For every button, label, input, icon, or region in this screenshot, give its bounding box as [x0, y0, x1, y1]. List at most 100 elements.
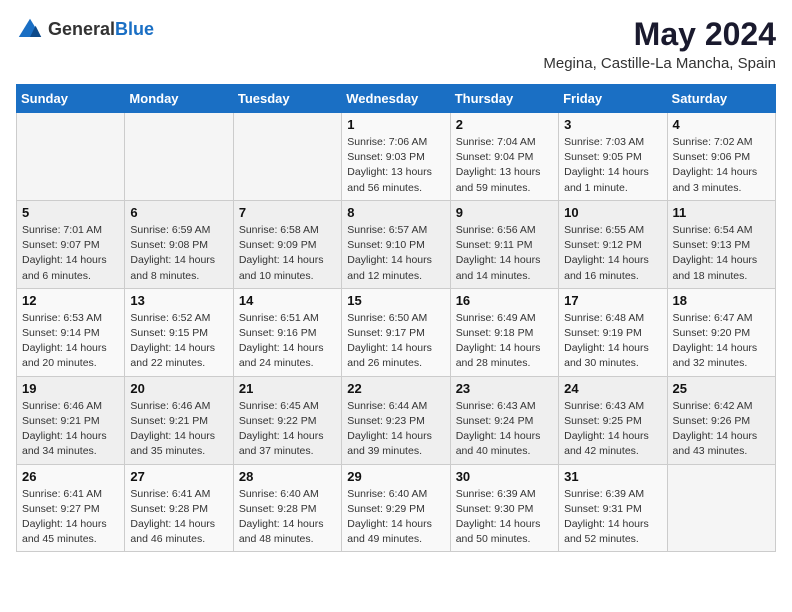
- day-info: Sunrise: 6:41 AMSunset: 9:27 PMDaylight:…: [22, 487, 119, 548]
- calendar-cell: [17, 113, 125, 201]
- day-number: 22: [347, 381, 444, 396]
- day-number: 28: [239, 469, 336, 484]
- calendar-cell: 14 Sunrise: 6:51 AMSunset: 9:16 PMDayligh…: [233, 288, 341, 376]
- day-info: Sunrise: 6:43 AMSunset: 9:24 PMDaylight:…: [456, 399, 553, 460]
- day-info: Sunrise: 6:49 AMSunset: 9:18 PMDaylight:…: [456, 311, 553, 372]
- calendar-cell: 15 Sunrise: 6:50 AMSunset: 9:17 PMDayligh…: [342, 288, 450, 376]
- calendar-cell: 28 Sunrise: 6:40 AMSunset: 9:28 PMDayligh…: [233, 464, 341, 552]
- calendar-week-row: 5 Sunrise: 7:01 AMSunset: 9:07 PMDaylight…: [17, 200, 776, 288]
- day-info: Sunrise: 7:06 AMSunset: 9:03 PMDaylight:…: [347, 135, 444, 196]
- weekday-header-row: SundayMondayTuesdayWednesdayThursdayFrid…: [17, 85, 776, 113]
- day-number: 12: [22, 293, 119, 308]
- calendar-body: 1Sunrise: 7:06 AMSunset: 9:03 PMDaylight…: [17, 113, 776, 552]
- day-info: Sunrise: 6:53 AMSunset: 9:14 PMDaylight:…: [22, 311, 119, 372]
- calendar-cell: 3 Sunrise: 7:03 AMSunset: 9:05 PMDaylight…: [559, 113, 667, 201]
- day-number: 27: [130, 469, 227, 484]
- day-info: Sunrise: 6:54 AMSunset: 9:13 PMDaylight:…: [673, 223, 770, 284]
- day-info: Sunrise: 7:02 AMSunset: 9:06 PMDaylight:…: [673, 135, 770, 196]
- calendar-week-row: 19 Sunrise: 6:46 AMSunset: 9:21 PMDayligh…: [17, 376, 776, 464]
- calendar-cell: [233, 113, 341, 201]
- calendar-cell: 9Sunrise: 6:56 AMSunset: 9:11 PMDaylight…: [450, 200, 558, 288]
- day-info: Sunrise: 6:46 AMSunset: 9:21 PMDaylight:…: [22, 399, 119, 460]
- calendar-cell: 4 Sunrise: 7:02 AMSunset: 9:06 PMDaylight…: [667, 113, 775, 201]
- day-number: 29: [347, 469, 444, 484]
- calendar-table: SundayMondayTuesdayWednesdayThursdayFrid…: [16, 84, 776, 552]
- day-info: Sunrise: 6:58 AMSunset: 9:09 PMDaylight:…: [239, 223, 336, 284]
- day-number: 23: [456, 381, 553, 396]
- calendar-cell: 16 Sunrise: 6:49 AMSunset: 9:18 PMDayligh…: [450, 288, 558, 376]
- day-info: Sunrise: 7:03 AMSunset: 9:05 PMDaylight:…: [564, 135, 661, 196]
- day-number: 16: [456, 293, 553, 308]
- calendar-cell: 31 Sunrise: 6:39 AMSunset: 9:31 PMDayligh…: [559, 464, 667, 552]
- day-number: 13: [130, 293, 227, 308]
- day-number: 4: [673, 117, 770, 132]
- calendar-cell: 22 Sunrise: 6:44 AMSunset: 9:23 PMDayligh…: [342, 376, 450, 464]
- calendar-cell: [125, 113, 233, 201]
- day-number: 3: [564, 117, 661, 132]
- calendar-week-row: 26 Sunrise: 6:41 AMSunset: 9:27 PMDayligh…: [17, 464, 776, 552]
- day-number: 30: [456, 469, 553, 484]
- day-number: 15: [347, 293, 444, 308]
- day-info: Sunrise: 6:47 AMSunset: 9:20 PMDaylight:…: [673, 311, 770, 372]
- day-info: Sunrise: 6:59 AMSunset: 9:08 PMDaylight:…: [130, 223, 227, 284]
- day-info: Sunrise: 6:40 AMSunset: 9:29 PMDaylight:…: [347, 487, 444, 548]
- weekday-header-cell: Wednesday: [342, 85, 450, 113]
- day-number: 14: [239, 293, 336, 308]
- day-number: 26: [22, 469, 119, 484]
- calendar-cell: 11 Sunrise: 6:54 AMSunset: 9:13 PMDayligh…: [667, 200, 775, 288]
- calendar-cell: 18Sunrise: 6:47 AMSunset: 9:20 PMDayligh…: [667, 288, 775, 376]
- day-number: 6: [130, 205, 227, 220]
- weekday-header-cell: Monday: [125, 85, 233, 113]
- day-info: Sunrise: 6:46 AMSunset: 9:21 PMDaylight:…: [130, 399, 227, 460]
- calendar-cell: 8 Sunrise: 6:57 AMSunset: 9:10 PMDaylight…: [342, 200, 450, 288]
- page-subtitle: Megina, Castille-La Mancha, Spain: [543, 55, 776, 72]
- logo-text: GeneralBlue: [48, 20, 154, 40]
- calendar-cell: 5 Sunrise: 7:01 AMSunset: 9:07 PMDaylight…: [17, 200, 125, 288]
- day-info: Sunrise: 6:40 AMSunset: 9:28 PMDaylight:…: [239, 487, 336, 548]
- day-number: 25: [673, 381, 770, 396]
- day-info: Sunrise: 6:55 AMSunset: 9:12 PMDaylight:…: [564, 223, 661, 284]
- weekday-header-cell: Sunday: [17, 85, 125, 113]
- calendar-cell: 13 Sunrise: 6:52 AMSunset: 9:15 PMDayligh…: [125, 288, 233, 376]
- day-number: 21: [239, 381, 336, 396]
- day-info: Sunrise: 7:01 AMSunset: 9:07 PMDaylight:…: [22, 223, 119, 284]
- day-info: Sunrise: 6:50 AMSunset: 9:17 PMDaylight:…: [347, 311, 444, 372]
- page-title: May 2024: [543, 16, 776, 53]
- calendar-cell: 25 Sunrise: 6:42 AMSunset: 9:26 PMDayligh…: [667, 376, 775, 464]
- calendar-cell: 23 Sunrise: 6:43 AMSunset: 9:24 PMDayligh…: [450, 376, 558, 464]
- calendar-cell: 6 Sunrise: 6:59 AMSunset: 9:08 PMDaylight…: [125, 200, 233, 288]
- calendar-cell: 29 Sunrise: 6:40 AMSunset: 9:29 PMDayligh…: [342, 464, 450, 552]
- day-number: 7: [239, 205, 336, 220]
- day-number: 11: [673, 205, 770, 220]
- weekday-header-cell: Saturday: [667, 85, 775, 113]
- day-info: Sunrise: 6:39 AMSunset: 9:31 PMDaylight:…: [564, 487, 661, 548]
- calendar-cell: 27Sunrise: 6:41 AMSunset: 9:28 PMDayligh…: [125, 464, 233, 552]
- logo-general: General: [48, 20, 115, 40]
- calendar-cell: 2Sunrise: 7:04 AMSunset: 9:04 PMDaylight…: [450, 113, 558, 201]
- day-info: Sunrise: 6:57 AMSunset: 9:10 PMDaylight:…: [347, 223, 444, 284]
- day-number: 8: [347, 205, 444, 220]
- logo-icon: [16, 16, 44, 44]
- weekday-header-cell: Thursday: [450, 85, 558, 113]
- calendar-cell: 1Sunrise: 7:06 AMSunset: 9:03 PMDaylight…: [342, 113, 450, 201]
- day-number: 19: [22, 381, 119, 396]
- day-number: 24: [564, 381, 661, 396]
- calendar-cell: [667, 464, 775, 552]
- day-number: 17: [564, 293, 661, 308]
- page-header: GeneralBlue May 2024 Megina, Castille-La…: [16, 16, 776, 72]
- calendar-cell: 12 Sunrise: 6:53 AMSunset: 9:14 PMDayligh…: [17, 288, 125, 376]
- day-number: 31: [564, 469, 661, 484]
- day-number: 5: [22, 205, 119, 220]
- day-info: Sunrise: 6:52 AMSunset: 9:15 PMDaylight:…: [130, 311, 227, 372]
- day-info: Sunrise: 6:45 AMSunset: 9:22 PMDaylight:…: [239, 399, 336, 460]
- calendar-cell: 21 Sunrise: 6:45 AMSunset: 9:22 PMDayligh…: [233, 376, 341, 464]
- day-info: Sunrise: 6:51 AMSunset: 9:16 PMDaylight:…: [239, 311, 336, 372]
- title-area: May 2024 Megina, Castille-La Mancha, Spa…: [543, 16, 776, 72]
- day-info: Sunrise: 7:04 AMSunset: 9:04 PMDaylight:…: [456, 135, 553, 196]
- calendar-cell: 20Sunrise: 6:46 AMSunset: 9:21 PMDayligh…: [125, 376, 233, 464]
- day-info: Sunrise: 6:39 AMSunset: 9:30 PMDaylight:…: [456, 487, 553, 548]
- day-info: Sunrise: 6:44 AMSunset: 9:23 PMDaylight:…: [347, 399, 444, 460]
- calendar-cell: 19 Sunrise: 6:46 AMSunset: 9:21 PMDayligh…: [17, 376, 125, 464]
- day-info: Sunrise: 6:42 AMSunset: 9:26 PMDaylight:…: [673, 399, 770, 460]
- day-number: 10: [564, 205, 661, 220]
